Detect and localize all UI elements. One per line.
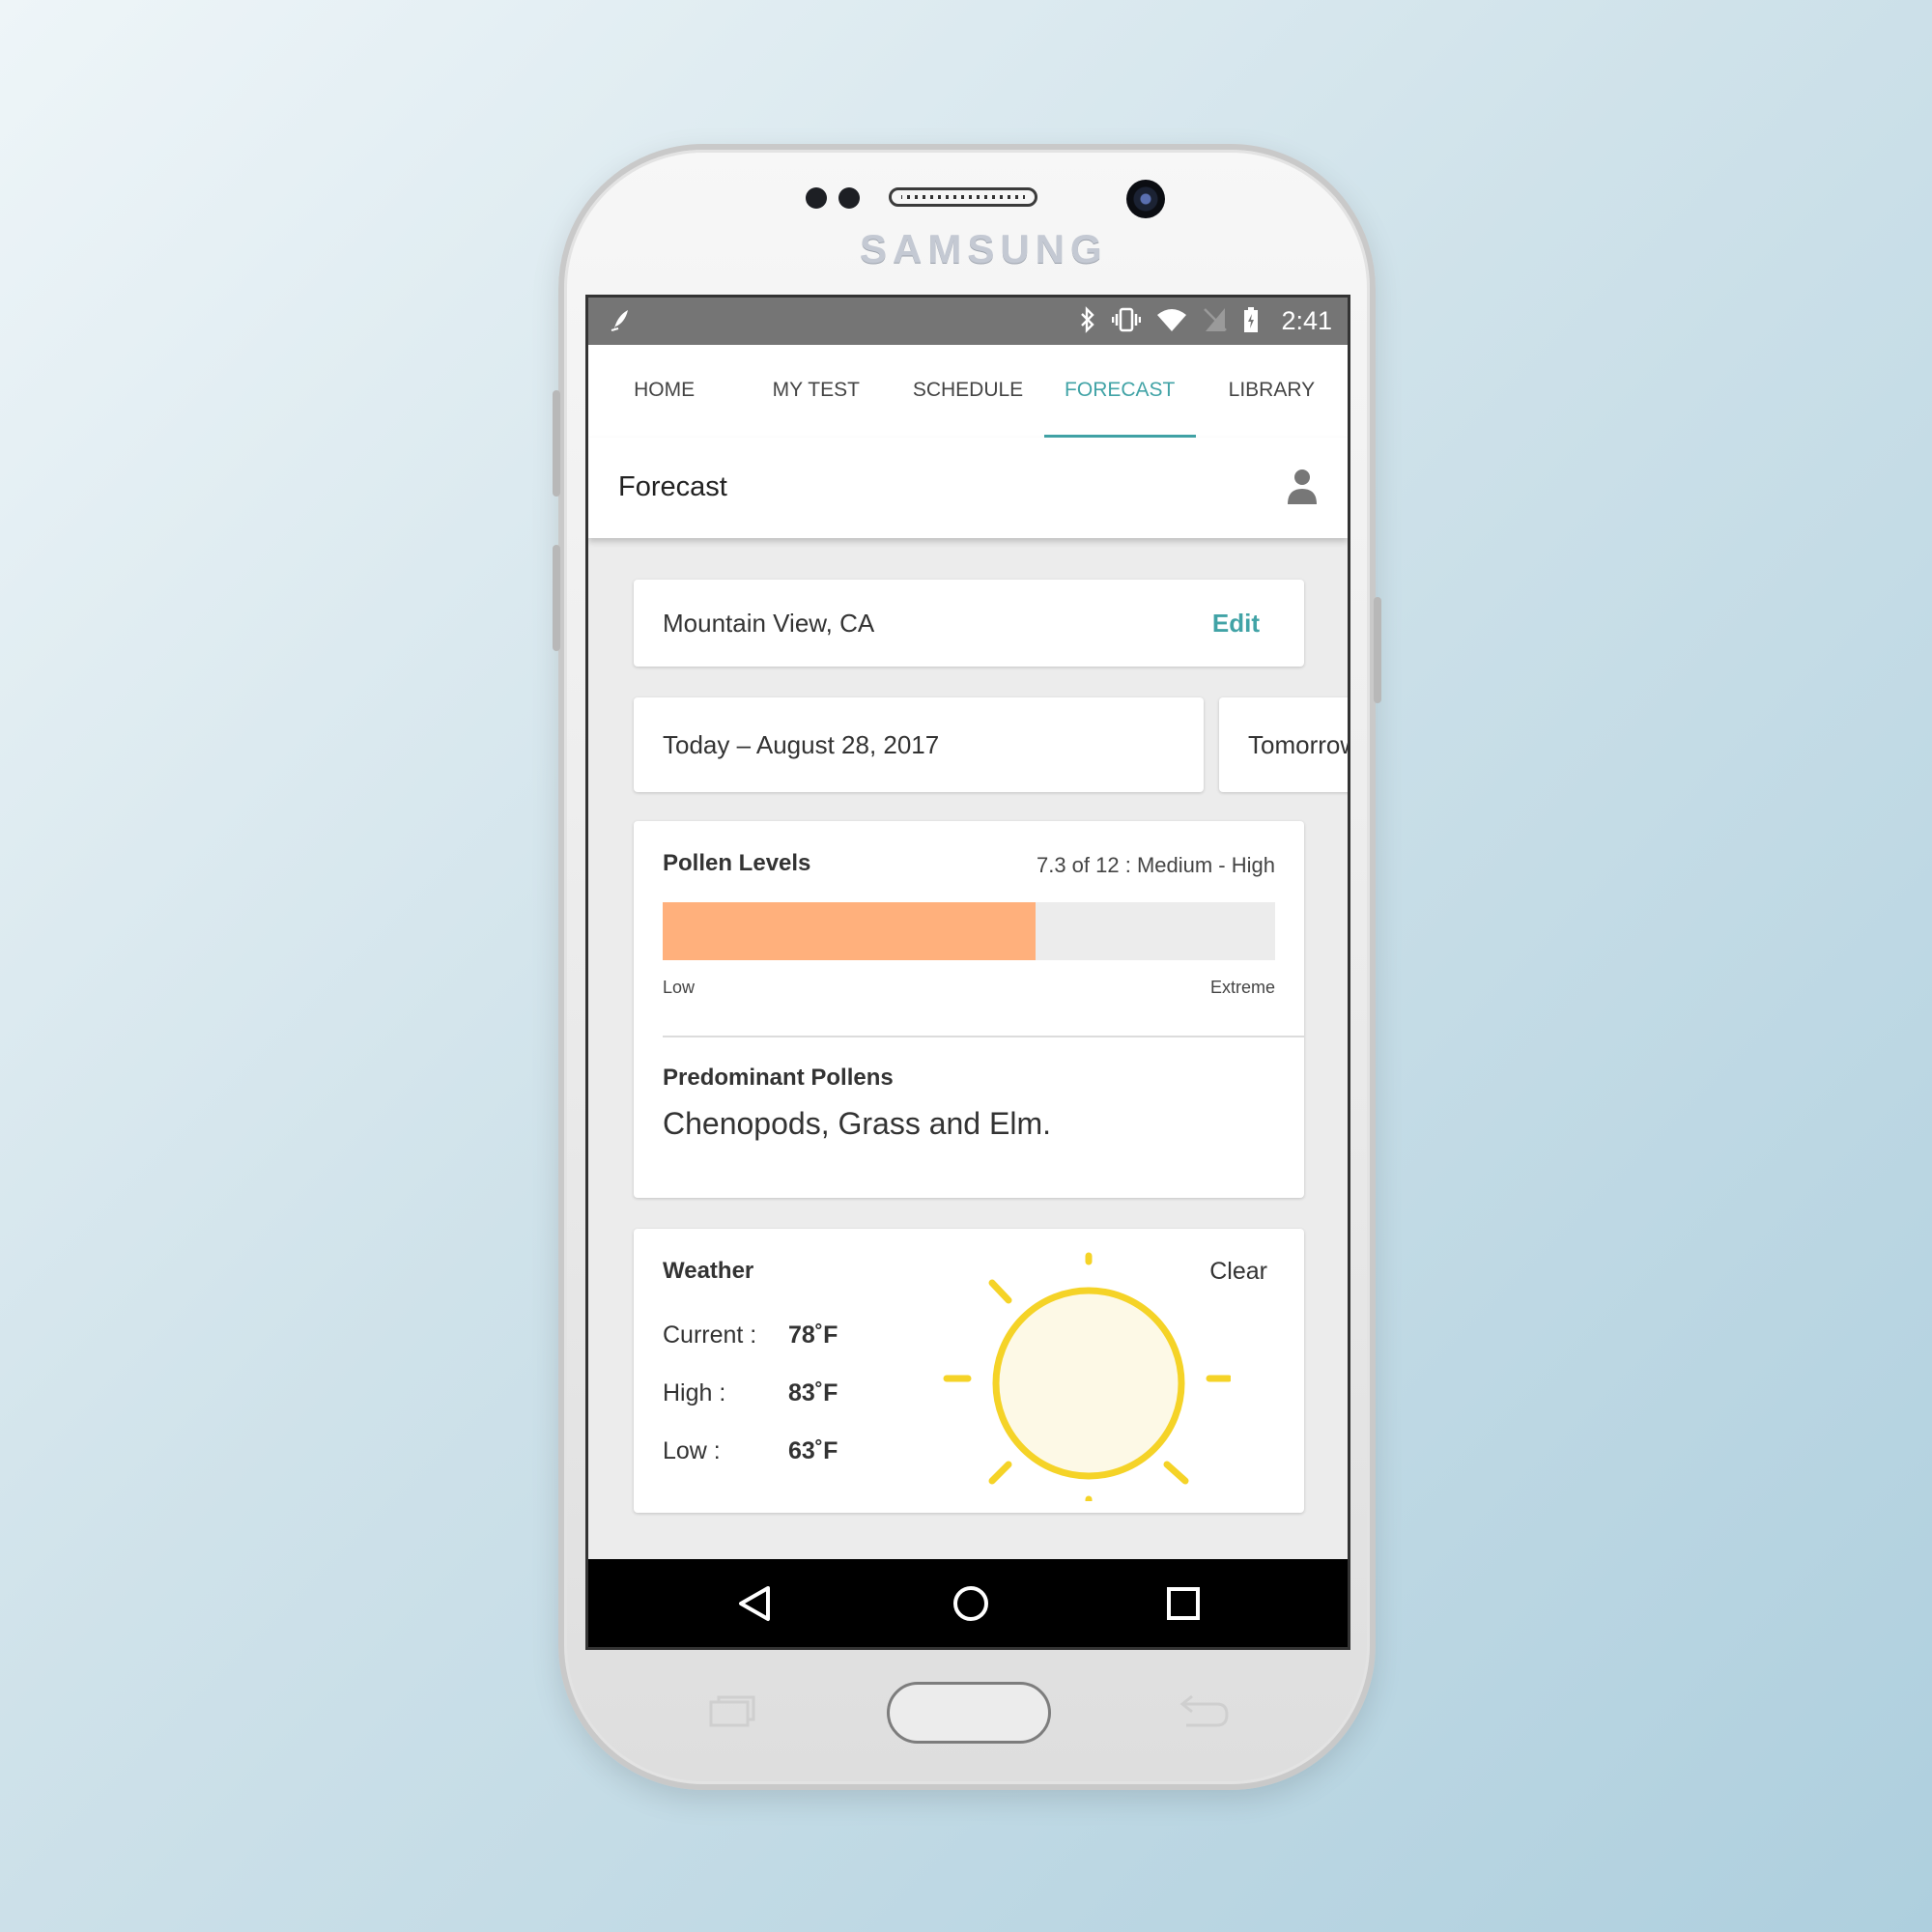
android-nav-bar — [588, 1559, 1348, 1647]
day-label: Tomorrow — [1248, 730, 1350, 759]
pollen-summary: 7.3 of 12 : Medium - High — [1036, 853, 1275, 877]
front-camera — [1126, 180, 1165, 218]
pollen-level-bar — [663, 902, 1275, 960]
weather-title: Weather — [663, 1258, 754, 1284]
phone-screen: 2:41 HOME MY TEST SCHEDULE FORECAST LIBR… — [585, 295, 1350, 1650]
page-title: Forecast — [618, 471, 727, 502]
pollen-level-fill — [663, 902, 1036, 960]
wifi-icon — [1156, 306, 1187, 340]
tab-schedule[interactable]: SCHEDULE — [892, 345, 1043, 438]
pollen-card: Pollen Levels 7.3 of 12 : Medium - High … — [634, 821, 1304, 1198]
bluetooth-icon — [1079, 306, 1096, 340]
location-name: Mountain View, CA — [663, 609, 875, 638]
light-sensor — [838, 187, 860, 209]
proximity-sensor — [806, 187, 827, 209]
low-temp-value: 63˚F — [788, 1437, 838, 1464]
current-temp-value: 78˚F — [788, 1321, 838, 1349]
no-sim-icon — [1203, 306, 1228, 340]
sun-icon — [941, 1240, 1233, 1509]
volume-down-button — [553, 545, 560, 651]
divider — [663, 1036, 1304, 1037]
volume-up-button — [553, 390, 560, 497]
recent-apps-icon[interactable] — [1166, 1586, 1201, 1626]
edit-location-button[interactable]: Edit — [1212, 609, 1260, 639]
day-label: Today – August 28, 2017 — [663, 730, 940, 759]
low-temp-label: Low : — [663, 1437, 721, 1464]
battery-charging-icon — [1243, 306, 1259, 340]
tab-forecast[interactable]: FORECAST — [1043, 345, 1197, 438]
status-bar: 2:41 — [588, 298, 1348, 345]
app-bar: Forecast — [588, 438, 1348, 538]
brand-logo: SAMSUNG — [860, 226, 1108, 271]
pollen-extreme-label: Extreme — [1209, 978, 1275, 997]
tab-home[interactable]: HOME — [588, 345, 740, 438]
pollen-low-label: Low — [663, 978, 696, 997]
high-temp-label: High : — [663, 1379, 726, 1406]
predominant-pollens-title: Predominant Pollens — [663, 1065, 894, 1091]
leaf-icon — [610, 307, 631, 341]
earpiece-speaker — [889, 187, 1037, 207]
home-icon[interactable] — [952, 1584, 990, 1628]
hardware-back-icon — [1179, 1692, 1231, 1739]
day-card-tomorrow[interactable]: Tomorrow — [1219, 697, 1350, 792]
hardware-recents-icon — [709, 1694, 757, 1737]
power-button — [1374, 597, 1381, 703]
hardware-home-button[interactable] — [887, 1682, 1051, 1744]
predominant-pollens-text: Chenopods, Grass and Elm. — [663, 1106, 1051, 1141]
day-card-today[interactable]: Today – August 28, 2017 — [634, 697, 1204, 792]
clock: 2:41 — [1281, 306, 1332, 335]
weather-card: Weather Clear Current : 78˚F High : 83˚F… — [634, 1229, 1304, 1513]
pollen-title: Pollen Levels — [663, 850, 811, 876]
tab-library[interactable]: LIBRARY — [1196, 345, 1348, 438]
back-icon[interactable] — [737, 1584, 772, 1628]
high-temp-value: 83˚F — [788, 1379, 838, 1406]
vibrate-icon — [1111, 306, 1142, 340]
person-icon[interactable] — [1286, 468, 1319, 506]
current-temp-label: Current : — [663, 1321, 757, 1349]
tab-bar: HOME MY TEST SCHEDULE FORECAST LIBRARY — [588, 345, 1348, 438]
location-card: Mountain View, CA Edit — [634, 580, 1304, 667]
tab-my-test[interactable]: MY TEST — [740, 345, 892, 438]
